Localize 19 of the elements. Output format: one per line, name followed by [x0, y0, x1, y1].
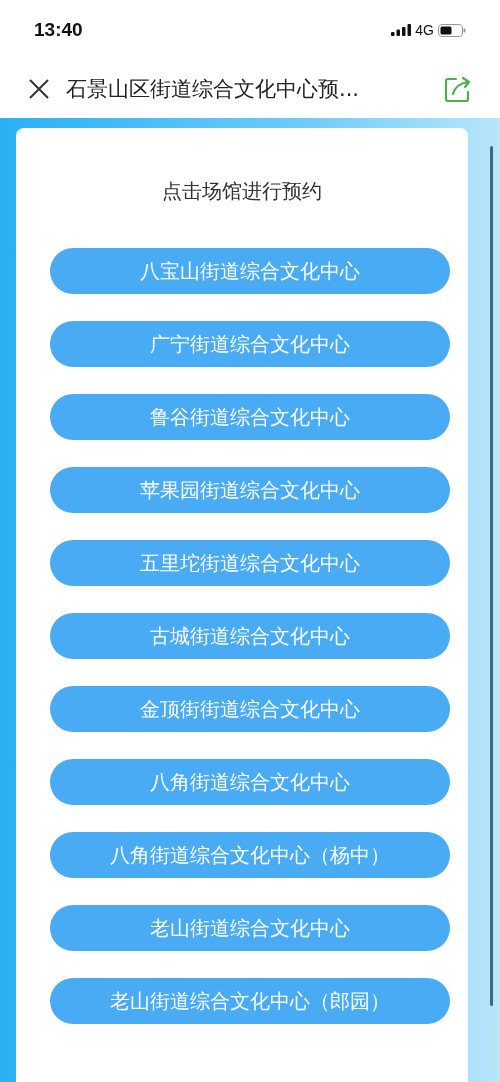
battery-icon — [438, 23, 466, 37]
venue-button[interactable]: 古城街道综合文化中心 — [50, 613, 450, 659]
venue-button[interactable]: 广宁街道综合文化中心 — [50, 321, 450, 367]
network-label: 4G — [415, 22, 434, 38]
venue-button[interactable]: 苹果园街道综合文化中心 — [50, 467, 450, 513]
status-time: 13:40 — [34, 19, 83, 41]
signal-icon — [391, 24, 412, 36]
share-icon[interactable] — [444, 75, 472, 103]
venue-button[interactable]: 八角街道综合文化中心 — [50, 759, 450, 805]
venue-button[interactable]: 老山街道综合文化中心 — [50, 905, 450, 951]
venue-button[interactable]: 八角街道综合文化中心（杨中） — [50, 832, 450, 878]
venue-button[interactable]: 八宝山街道综合文化中心 — [50, 248, 450, 294]
page-title: 石景山区街道综合文化中心预... — [66, 76, 361, 103]
close-icon[interactable] — [28, 78, 50, 100]
venue-button[interactable]: 鲁谷街道综合文化中心 — [50, 394, 450, 440]
venue-button[interactable]: 五里坨街道综合文化中心 — [50, 540, 450, 586]
section-heading: 点击场馆进行预约 — [162, 178, 322, 205]
venue-button[interactable]: 金顶街街道综合文化中心 — [50, 686, 450, 732]
venue-button[interactable]: 老山街道综合文化中心（郎园） — [50, 978, 450, 1024]
